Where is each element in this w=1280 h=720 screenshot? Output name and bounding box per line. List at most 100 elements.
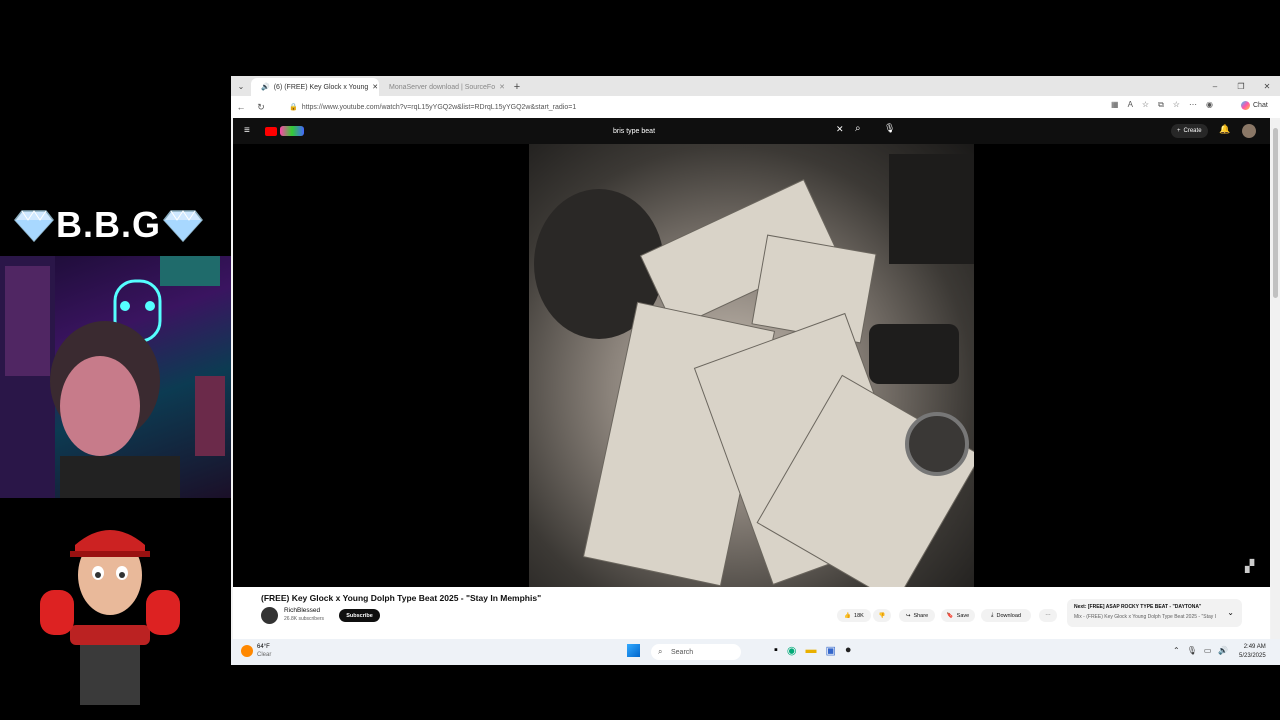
- chevron-down-icon[interactable]: ⌄: [1227, 608, 1234, 617]
- share-icon: ↪: [905, 612, 911, 619]
- read-aloud-icon[interactable]: A: [1128, 100, 1133, 110]
- file-explorer-icon[interactable]: ▬: [806, 644, 817, 657]
- share-button[interactable]: ↪ Share: [899, 609, 935, 622]
- pinned-apps: ▪ ◉ ▬ ▣ ●: [774, 644, 852, 657]
- channel-watermark-icon: ▞: [1245, 559, 1255, 573]
- subscribe-button[interactable]: Subscribe: [339, 609, 380, 622]
- store-icon[interactable]: ▣: [826, 644, 836, 657]
- download-icon: ⤓: [991, 612, 994, 618]
- clock-time: 2:49 AM: [1243, 644, 1266, 650]
- thumbs-up-icon: 👍: [844, 612, 852, 619]
- boxer-avatar-icon: [40, 530, 180, 705]
- stream-title: B.B.G: [14, 203, 204, 247]
- search-icon: ⌕: [658, 647, 663, 656]
- stream-title-text: B.B.G: [56, 204, 162, 245]
- tab-actions-chevron-icon[interactable]: ⌄: [231, 78, 251, 96]
- create-button[interactable]: + Create: [1171, 124, 1208, 138]
- tab-monaserver[interactable]: MonaServer download | SourceFo ✕: [379, 78, 507, 96]
- start-windows-icon[interactable]: [627, 644, 640, 657]
- network-icon[interactable]: ▭: [1204, 646, 1212, 655]
- close-tab-icon[interactable]: ✕: [372, 83, 378, 91]
- taskbar-search-placeholder: Search: [671, 648, 694, 656]
- diamond-icon: [163, 210, 203, 243]
- volume-icon[interactable]: 🔊: [1218, 646, 1228, 655]
- toolbar-icons: ▦ A ☆ ⧉ ☆ ⋯ ◉: [1111, 100, 1213, 110]
- chevron-up-icon[interactable]: ⌃: [1173, 646, 1180, 655]
- like-button[interactable]: 👍 18K: [837, 609, 871, 622]
- tab-youtube[interactable]: 🔊 (6) (FREE) Key Glock x Young ✕: [251, 78, 379, 96]
- copilot-label: Chat: [1253, 102, 1268, 109]
- download-button[interactable]: ⤓ Download: [981, 609, 1031, 622]
- hamburger-menu-icon[interactable]: ≡: [244, 125, 250, 136]
- cartoon-avatar: [30, 515, 190, 705]
- microphone-icon[interactable]: 🎙: [1187, 646, 1197, 655]
- search-icon[interactable]: ⌕: [855, 123, 861, 134]
- create-label: Create: [1183, 128, 1202, 134]
- clear-search-icon[interactable]: ✕: [836, 124, 844, 135]
- scrollbar-thumb[interactable]: [1273, 128, 1278, 298]
- minimize-icon[interactable]: –: [1202, 78, 1228, 96]
- search-input[interactable]: bris type beat: [613, 123, 833, 139]
- taskbar-search[interactable]: ⌕ Search: [651, 644, 741, 660]
- next-video-title: Next: [FREE] ASAP ROCKY TYPE BEAT - "DAY…: [1074, 604, 1202, 610]
- weather-icon: [241, 645, 253, 657]
- dislike-button[interactable]: 👎: [873, 609, 891, 622]
- new-tab-icon[interactable]: +: [507, 78, 527, 96]
- video-player[interactable]: ▞: [233, 144, 1270, 587]
- download-label: Download: [996, 612, 1021, 619]
- profile-icon[interactable]: ◉: [1206, 100, 1213, 110]
- thumbs-down-icon: 👎: [878, 612, 886, 619]
- clock-date: 5/23/2025: [1239, 653, 1266, 659]
- video-frame: [529, 144, 974, 587]
- close-window-icon[interactable]: ✕: [1254, 78, 1280, 96]
- weather-widget[interactable]: 64°F Clear: [241, 643, 271, 659]
- refresh-icon[interactable]: ↻: [251, 102, 271, 113]
- save-button[interactable]: 🔖 Save: [941, 609, 975, 622]
- url-field[interactable]: 🔒 https://www.youtube.com/watch?v=rqL15y…: [275, 99, 1075, 115]
- like-count: 18K: [854, 612, 864, 619]
- favorites-icon[interactable]: ☆: [1173, 100, 1180, 110]
- microphone-icon[interactable]: 🎙: [884, 123, 895, 134]
- weather-condition: Clear: [257, 652, 272, 658]
- plus-icon: +: [1177, 128, 1181, 134]
- youtube-logo[interactable]: [265, 126, 304, 136]
- favorite-star-icon[interactable]: ☆: [1142, 100, 1149, 110]
- browser-window: ⌄ 🔊 (6) (FREE) Key Glock x Young ✕ MonaS…: [231, 76, 1280, 665]
- extensions-icon[interactable]: ⧉: [1158, 100, 1164, 110]
- lock-icon: 🔒: [289, 104, 298, 111]
- channel-name[interactable]: RichBlessed: [284, 607, 320, 614]
- url-text: https://www.youtube.com/watch?v=rqL15yYG…: [301, 103, 577, 111]
- speaker-icon: 🔊: [261, 84, 270, 91]
- restore-icon[interactable]: ❐: [1228, 78, 1254, 96]
- more-menu-icon[interactable]: ⋯: [1189, 100, 1197, 110]
- edge-browser-icon[interactable]: ◉: [787, 644, 797, 657]
- doodle-logo-icon: [280, 126, 304, 136]
- share-label: Share: [913, 612, 929, 619]
- clock[interactable]: 2:49 AM 5/23/2025: [1239, 643, 1266, 661]
- copilot-button[interactable]: Chat: [1241, 101, 1268, 110]
- account-avatar[interactable]: [1242, 124, 1256, 138]
- webcam-feed: [0, 256, 231, 498]
- copilot-icon: [1241, 101, 1250, 110]
- youtube-page: ≡ bris type beat ✕ ⌕ 🎙 + Create 🔔 ▞ (FRE…: [233, 118, 1270, 665]
- channel-avatar[interactable]: [261, 607, 278, 624]
- tab-label: (6) (FREE) Key Glock x Young: [273, 83, 369, 91]
- next-video-card[interactable]: Next: [FREE] ASAP ROCKY TYPE BEAT - "DAY…: [1067, 599, 1242, 627]
- channel-subscribers: 26.8K subscribers: [284, 616, 325, 622]
- windows-taskbar: 64°F Clear ⌕ Search ▪ ◉ ▬ ▣ ● ⌃ 🎙 ▭ 🔊 2:…: [231, 639, 1280, 665]
- more-actions-button[interactable]: ⋯: [1039, 609, 1057, 622]
- money-image: [534, 154, 974, 587]
- youtube-header: ≡ bris type beat ✕ ⌕ 🎙 + Create 🔔: [233, 118, 1270, 144]
- webcam-scene: [0, 256, 225, 498]
- notifications-bell-icon[interactable]: 🔔: [1219, 124, 1230, 135]
- tab-bar: ⌄ 🔊 (6) (FREE) Key Glock x Young ✕ MonaS…: [231, 76, 1280, 96]
- close-tab-icon[interactable]: ✕: [499, 83, 505, 91]
- video-title: (FREE) Key Glock x Young Dolph Type Beat…: [261, 593, 542, 603]
- split-screen-icon[interactable]: ▦: [1111, 100, 1119, 110]
- back-icon[interactable]: ←: [231, 102, 251, 112]
- page-scrollbar[interactable]: [1271, 118, 1280, 665]
- obs-icon[interactable]: ●: [845, 644, 852, 657]
- save-label: Save: [956, 612, 970, 619]
- task-view-icon[interactable]: ▪: [774, 644, 778, 657]
- weather-temp: 64°F: [257, 644, 270, 650]
